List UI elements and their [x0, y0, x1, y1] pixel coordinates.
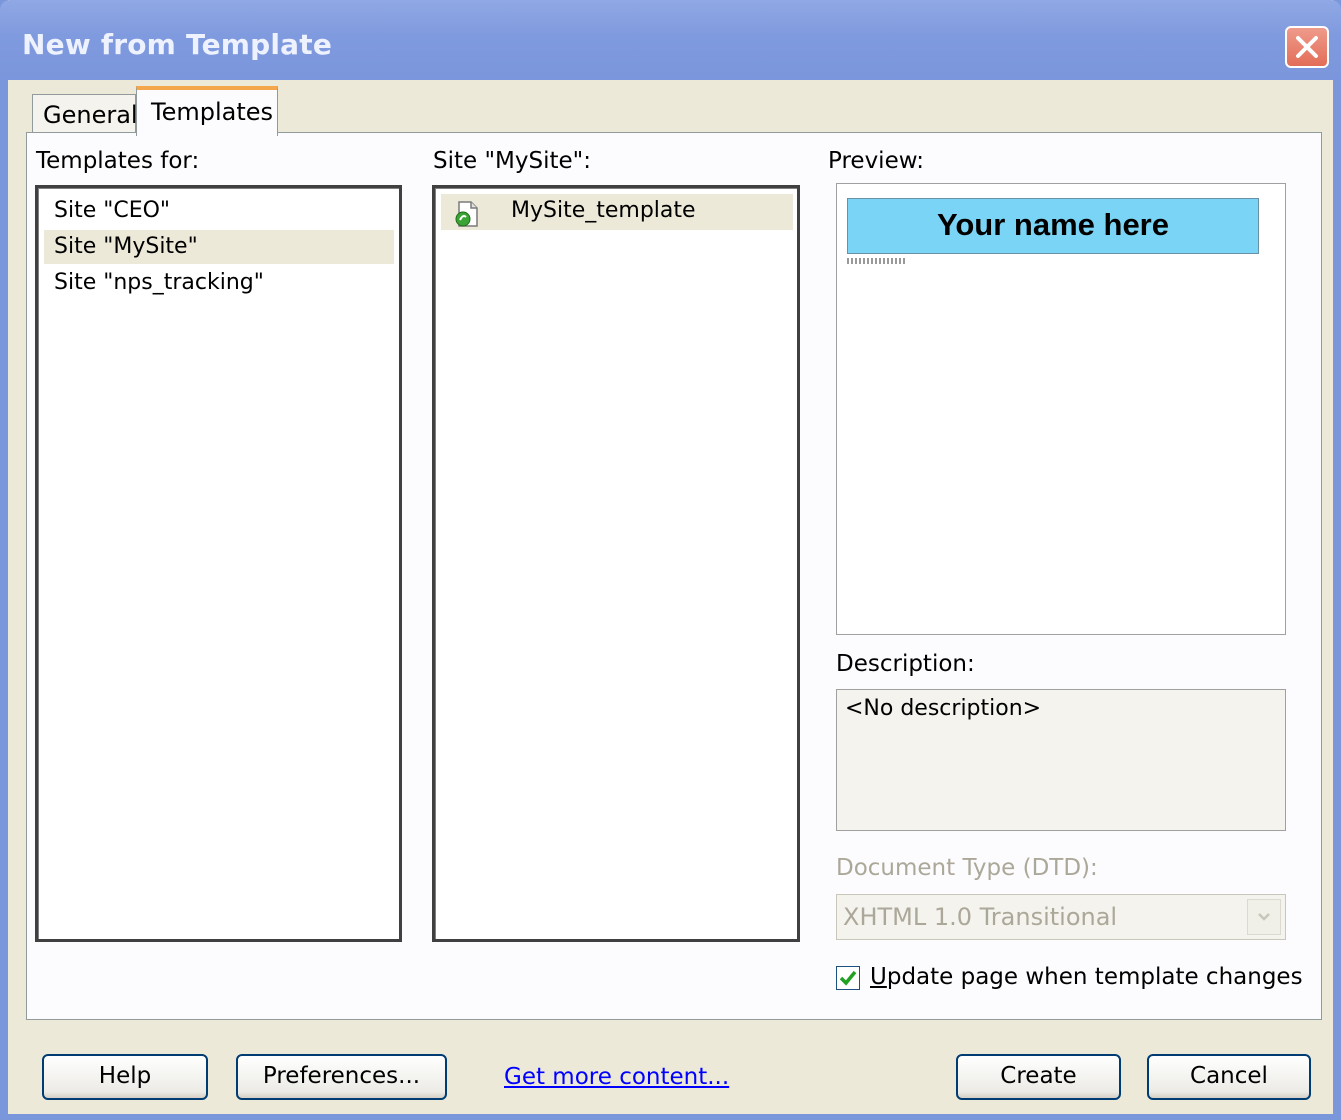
site-list-label: Site "MySite":	[433, 148, 591, 174]
preview-banner: Your name here	[847, 198, 1259, 254]
update-page-accesskey: U	[870, 964, 887, 990]
window-title: New from Template	[22, 28, 333, 61]
update-page-label-text: pdate page when template changes	[886, 964, 1303, 990]
preview-label: Preview:	[828, 148, 925, 174]
doctype-label: Document Type (DTD):	[836, 855, 1098, 881]
title-bar[interactable]: New from Template	[0, 0, 1341, 80]
templates-for-list[interactable]: Site "CEO" Site "MySite" Site "nps_track…	[35, 185, 402, 942]
site-template-list[interactable]: MySite_template	[432, 185, 800, 942]
close-icon	[1296, 36, 1318, 58]
list-item-mysite-template[interactable]: MySite_template	[441, 194, 793, 230]
preview-tiny-text	[847, 258, 907, 264]
description-field: <No description>	[836, 689, 1286, 831]
tab-general[interactable]: General	[32, 94, 138, 134]
create-button[interactable]: Create	[956, 1054, 1121, 1100]
list-item-site-ceo[interactable]: Site "CEO"	[54, 198, 170, 223]
template-file-icon	[455, 201, 478, 227]
get-more-content-link[interactable]: Get more content...	[504, 1064, 729, 1090]
chevron-down-icon	[1258, 913, 1270, 921]
cancel-button[interactable]: Cancel	[1147, 1054, 1311, 1100]
update-page-checkbox[interactable]	[836, 966, 860, 990]
doctype-select[interactable]: XHTML 1.0 Transitional	[836, 894, 1286, 940]
list-item-site-mysite[interactable]: Site "MySite"	[44, 230, 394, 264]
templates-for-label: Templates for:	[36, 148, 200, 174]
list-item-label: MySite_template	[511, 198, 696, 223]
tab-templates[interactable]: Templates	[136, 86, 278, 136]
preferences-button[interactable]: Preferences...	[236, 1054, 447, 1100]
preview-pane: Your name here	[836, 183, 1286, 635]
doctype-dropdown-button[interactable]	[1247, 899, 1281, 935]
help-button[interactable]: Help	[42, 1054, 208, 1100]
description-label: Description:	[836, 651, 975, 677]
checkmark-icon	[839, 970, 857, 986]
close-button[interactable]	[1285, 26, 1329, 68]
description-text: <No description>	[845, 696, 1042, 721]
list-item-site-nps-tracking[interactable]: Site "nps_tracking"	[54, 270, 264, 295]
update-page-checkbox-label[interactable]: Update page when template changes	[870, 964, 1303, 990]
doctype-value: XHTML 1.0 Transitional	[843, 903, 1118, 931]
